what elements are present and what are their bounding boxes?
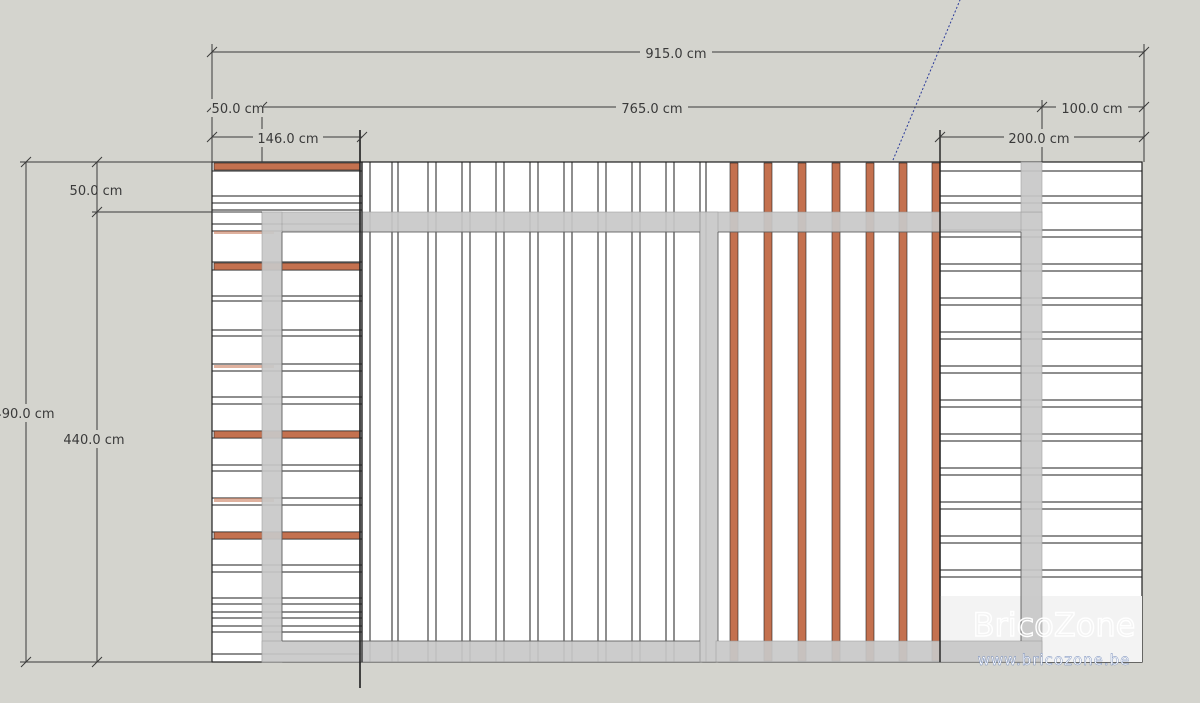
right-zone-label: 200.0 cm xyxy=(1008,132,1069,147)
watermark-url: www.bricozone.be xyxy=(978,651,1131,669)
left-horizontal-boards xyxy=(211,161,363,663)
total-height-label: 490.0 cm xyxy=(0,407,55,422)
middle-span-label: 765.0 cm xyxy=(621,102,682,117)
cedar-slat xyxy=(898,162,908,662)
cedar-slat xyxy=(797,162,807,662)
cedar-slat xyxy=(729,162,739,662)
inner-height-label: 440.0 cm xyxy=(63,433,124,448)
top-offset-label: 50.0 cm xyxy=(70,184,123,199)
cedar-board xyxy=(213,162,361,171)
total-width-label: 915.0 cm xyxy=(645,47,706,62)
middle-vertical-boards xyxy=(361,161,941,663)
cedar-slat xyxy=(763,162,773,662)
cedar-slat xyxy=(865,162,875,662)
watermark-logo: BricoZone xyxy=(973,606,1136,644)
cedar-board xyxy=(213,262,361,271)
left-strip-label: 50.0 cm xyxy=(212,102,265,117)
cedar-board xyxy=(213,531,361,540)
cedar-slat xyxy=(931,162,941,662)
right-strip-label: 100.0 cm xyxy=(1061,102,1122,117)
deck-plan-drawing: 915.0 cm 765.0 cm 100.0 cm 50.0 cm 146.0… xyxy=(0,0,1150,688)
left-zone-label: 146.0 cm xyxy=(257,132,318,147)
axis-guide-line xyxy=(892,0,961,161)
cedar-board xyxy=(213,430,361,439)
cedar-slat xyxy=(831,162,841,662)
